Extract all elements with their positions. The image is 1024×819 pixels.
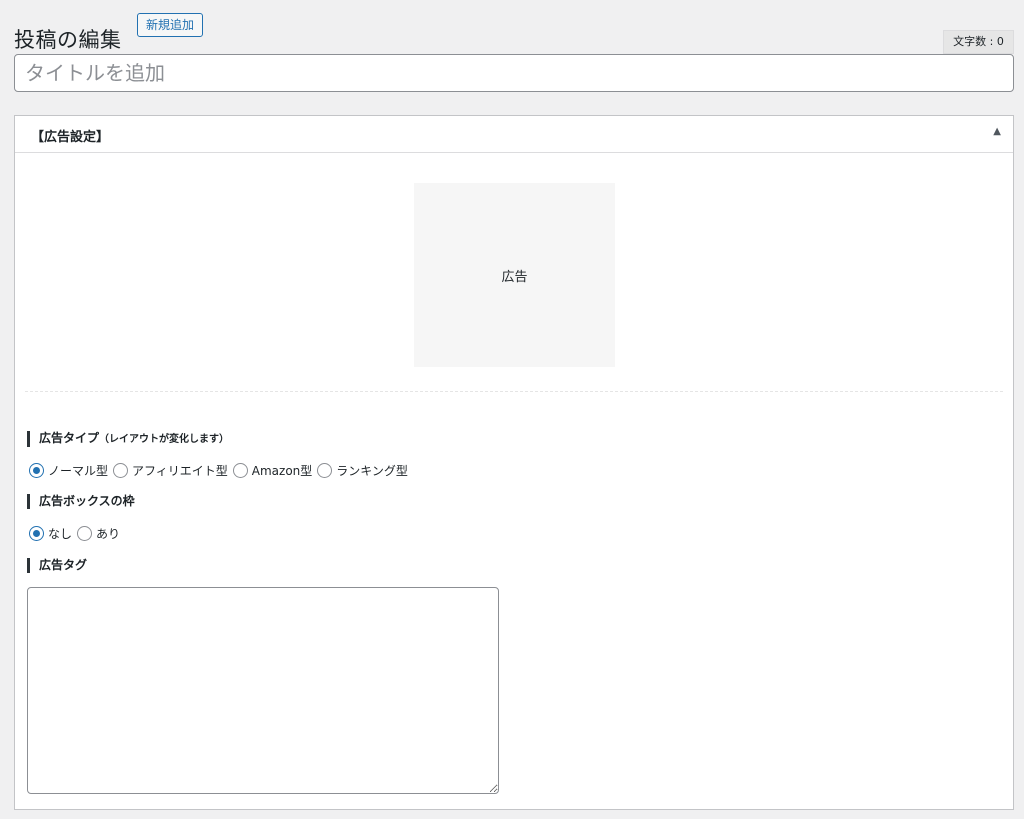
metabox-header[interactable]: 【広告設定】 ▲: [15, 116, 1013, 153]
radio-label: ランキング型: [336, 464, 408, 478]
ad-type-label-text: 広告タイプ: [39, 431, 100, 445]
radio-label: アフィリエイト型: [132, 464, 228, 478]
radio-label: あり: [96, 527, 121, 541]
word-count: 文字数 : 0: [943, 30, 1014, 54]
ad-tag-label: 広告タグ: [27, 558, 87, 573]
radio-unchecked-icon[interactable]: [317, 463, 333, 478]
ad-tag-label-text: 広告タグ: [39, 558, 88, 572]
box-frame-radio-group: なし あり: [29, 525, 125, 542]
post-title-input[interactable]: [14, 54, 1014, 92]
add-new-button[interactable]: 新規追加: [137, 13, 204, 37]
box-frame-label: 広告ボックスの枠: [27, 494, 135, 509]
radio-label: Amazon型: [251, 464, 313, 478]
ad-type-radio-group: ノーマル型 アフィリエイト型 Amazon型 ランキング型: [29, 462, 413, 479]
radio-label: なし: [48, 527, 73, 541]
radio-checked-icon[interactable]: [29, 526, 44, 541]
radio-unchecked-icon[interactable]: [113, 463, 129, 478]
divider: [25, 391, 1003, 392]
radio-checked-icon[interactable]: [29, 463, 44, 478]
ad-type-option-ranking[interactable]: ランキング型: [317, 462, 408, 479]
radio-label: ノーマル型: [48, 464, 109, 478]
page-title: 投稿の編集: [14, 28, 122, 53]
box-frame-label-text: 広告ボックスの枠: [39, 494, 135, 508]
ad-tag-textarea[interactable]: [27, 587, 499, 794]
ad-type-note: （レイアウトが変化します）: [99, 434, 230, 445]
ad-type-label: 広告タイプ（レイアウトが変化します）: [27, 431, 229, 447]
metabox-title: 【広告設定】: [31, 130, 110, 145]
ad-type-option-affiliate[interactable]: アフィリエイト型: [113, 462, 228, 479]
ad-type-option-normal[interactable]: ノーマル型: [29, 462, 108, 479]
ad-settings-metabox: 【広告設定】 ▲ 広告 広告タイプ（レイアウトが変化します） ノーマル型 アフィ…: [14, 115, 1014, 810]
radio-unchecked-icon[interactable]: [232, 463, 248, 478]
ad-preview-label: 広告: [501, 269, 528, 285]
ad-type-option-amazon[interactable]: Amazon型: [232, 462, 313, 479]
box-frame-option-yes[interactable]: あり: [77, 525, 120, 542]
box-frame-option-none[interactable]: なし: [29, 525, 72, 542]
triangle-up-icon[interactable]: ▲: [993, 126, 1001, 137]
radio-unchecked-icon[interactable]: [77, 526, 93, 541]
ad-preview: 広告: [414, 183, 615, 367]
